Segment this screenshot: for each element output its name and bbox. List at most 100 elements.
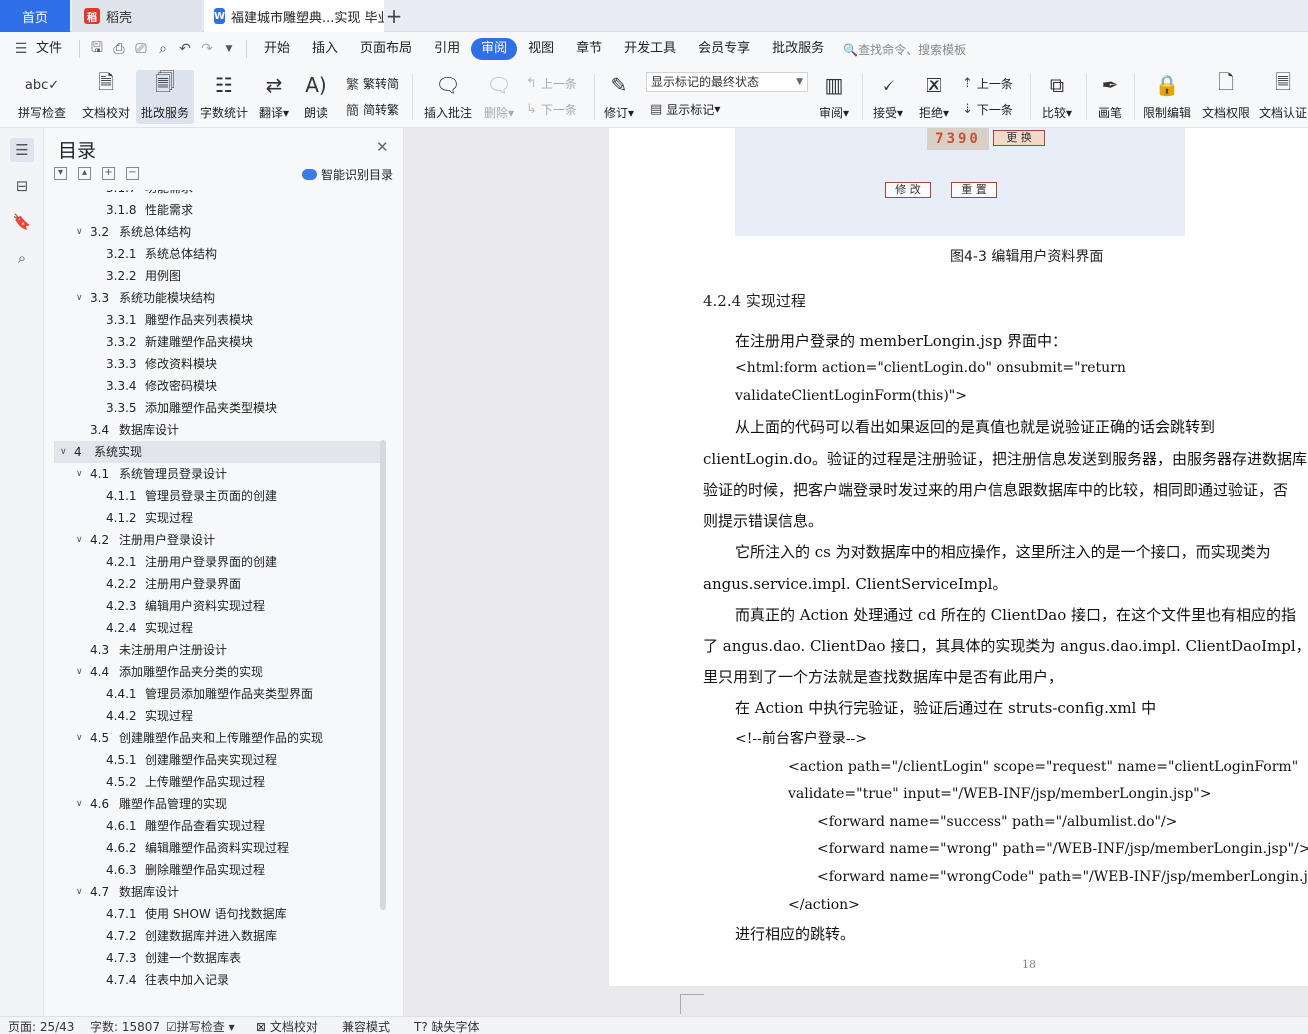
- toc-item[interactable]: ∨ 4.1 系统管理员登录设计: [54, 463, 380, 485]
- menu-item-dev-tools[interactable]: 开发工具: [613, 38, 687, 60]
- toc-item[interactable]: 4.1.1 管理员登录主页面的创建: [54, 485, 380, 507]
- review-pane-button[interactable]: ▥ 审阅▾: [814, 70, 854, 124]
- pen-button[interactable]: ✒ 画笔: [1092, 70, 1128, 124]
- delete-comment-button[interactable]: 🗨 删除▾: [480, 70, 518, 124]
- toc-panel-icon[interactable]: ☰: [10, 138, 34, 162]
- toc-item[interactable]: 4.2.4 实现过程: [54, 617, 380, 639]
- menu-item-start[interactable]: 开始: [253, 38, 301, 60]
- chevron-down-icon[interactable]: ∨: [76, 881, 83, 903]
- menu-item-review[interactable]: 审阅: [471, 38, 518, 60]
- expand-all-icon[interactable]: ▴: [78, 167, 91, 180]
- next-comment-button[interactable]: ↳ 下一条: [526, 98, 577, 120]
- undo-icon[interactable]: ↶: [174, 38, 196, 60]
- tab-home[interactable]: 首页: [0, 0, 70, 32]
- close-icon[interactable]: ✕: [376, 138, 389, 156]
- command-search[interactable]: 🔍查找命令、搜索模板: [843, 41, 966, 58]
- next-change-button[interactable]: ⇣ 下一条: [962, 98, 1013, 120]
- trad-to-simp-button[interactable]: 繁繁转简: [346, 72, 399, 94]
- hamburger-icon[interactable]: ☰: [10, 38, 32, 60]
- spell-check-status[interactable]: ☑拼写检查 ▾: [166, 1018, 235, 1034]
- toc-item[interactable]: 3.1.8 性能需求: [54, 199, 380, 221]
- doc-proof-status[interactable]: ⊠ 文档校对: [256, 1018, 318, 1034]
- chapter-nav-icon[interactable]: ⊟: [10, 174, 34, 198]
- toc-item[interactable]: ∨ 4.5 创建雕塑作品夹和上传雕塑作品的实现: [54, 727, 380, 749]
- collapse-all-icon[interactable]: ▾: [54, 167, 67, 180]
- save-icon[interactable]: 🖫: [86, 38, 108, 60]
- toc-item[interactable]: 4.5.1 创建雕塑作品夹实现过程: [54, 749, 380, 771]
- chevron-down-icon[interactable]: ∨: [76, 463, 83, 485]
- toc-item[interactable]: 4.6.3 删除雕塑作品实现过程: [54, 859, 380, 881]
- toc-item[interactable]: 4.2.3 编辑用户资料实现过程: [54, 595, 380, 617]
- toc-scrollbar[interactable]: [380, 440, 386, 910]
- print-icon[interactable]: ⎚: [130, 38, 152, 60]
- toc-item[interactable]: 4.2.2 注册用户登录界面: [54, 573, 380, 595]
- menu-item-review-service[interactable]: 批改服务: [761, 38, 835, 60]
- toc-item[interactable]: 3.3.4 修改密码模块: [54, 375, 380, 397]
- toc-item[interactable]: ∨ 4.2 注册用户登录设计: [54, 529, 380, 551]
- word-count-button[interactable]: ☷ 字数统计: [196, 70, 252, 124]
- menu-item-section[interactable]: 章节: [565, 38, 613, 60]
- remove-heading-icon[interactable]: −: [126, 167, 139, 180]
- new-tab-button[interactable]: +: [384, 0, 404, 32]
- print-preview-icon[interactable]: ⌕: [152, 38, 174, 60]
- smart-toc-button[interactable]: 智能识别目录: [302, 166, 393, 183]
- toc-item[interactable]: 4.2.1 注册用户登录界面的创建: [54, 551, 380, 573]
- export-pdf-icon[interactable]: ⎙: [108, 38, 130, 60]
- menu-item-member[interactable]: 会员专享: [687, 38, 761, 60]
- chevron-down-icon[interactable]: ▼: [218, 38, 240, 60]
- bookmark-icon[interactable]: 🔖: [10, 210, 34, 234]
- track-changes-button[interactable]: ✎ 修订▾: [600, 70, 638, 124]
- chevron-down-icon[interactable]: ∨: [76, 221, 83, 243]
- chevron-down-icon[interactable]: ∨: [76, 661, 83, 683]
- chevron-down-icon[interactable]: ∨: [76, 727, 83, 749]
- toc-item[interactable]: 3.3.1 雕塑作品夹列表模块: [54, 309, 380, 331]
- translate-button[interactable]: ⇄ 翻译▾: [254, 70, 294, 124]
- toc-item[interactable]: 4.6.1 雕塑作品查看实现过程: [54, 815, 380, 837]
- toc-item[interactable]: 3.1.7 功能需求: [54, 190, 380, 199]
- toc-item[interactable]: 3.3.3 修改资料模块: [54, 353, 380, 375]
- compare-button[interactable]: ⧉ 比较▾: [1036, 70, 1078, 124]
- prev-comment-button[interactable]: ↰ 上一条: [526, 72, 577, 94]
- toc-item[interactable]: 4.7.1 使用 SHOW 语句找数据库: [54, 903, 380, 925]
- toc-item[interactable]: 4.5.2 上传雕塑作品实现过程: [54, 771, 380, 793]
- toc-item[interactable]: ∨ 4 系统实现: [54, 441, 380, 463]
- toc-item[interactable]: 3.4 数据库设计: [54, 419, 380, 441]
- prev-change-button[interactable]: ⇡ 上一条: [962, 72, 1013, 94]
- toc-item[interactable]: ∨ 4.7 数据库设计: [54, 881, 380, 903]
- spell-check-button[interactable]: abc✓ 拼写检查: [10, 70, 74, 124]
- toc-item[interactable]: 3.3.2 新建雕塑作品夹模块: [54, 331, 380, 353]
- tab-daoke[interactable]: 稻 稻壳: [72, 0, 202, 32]
- chevron-down-icon[interactable]: ∨: [76, 793, 83, 815]
- toc-item[interactable]: 4.1.2 实现过程: [54, 507, 380, 529]
- menu-item-page-layout[interactable]: 页面布局: [349, 38, 423, 60]
- toc-item[interactable]: ∨ 3.2 系统总体结构: [54, 221, 380, 243]
- missing-font-status[interactable]: T? 缺失字体: [414, 1018, 480, 1034]
- toc-item[interactable]: 3.2.2 用例图: [54, 265, 380, 287]
- search-icon[interactable]: ⌕: [10, 246, 34, 270]
- review-service-button[interactable]: 🗐 批改服务: [136, 70, 194, 124]
- toc-item[interactable]: ∨ 3.3 系统功能模块结构: [54, 287, 380, 309]
- word-count[interactable]: 字数: 15807: [90, 1018, 160, 1034]
- simp-to-trad-button[interactable]: 簡简转繁: [346, 98, 399, 120]
- toc-item[interactable]: 4.4.2 实现过程: [54, 705, 380, 727]
- toc-item[interactable]: 4.7.2 创建数据库并进入数据库: [54, 925, 380, 947]
- doc-permission-button[interactable]: 🗋 文档权限: [1200, 70, 1252, 124]
- doc-proof-button[interactable]: 🗎 文档校对: [78, 70, 134, 124]
- toc-item[interactable]: 4.7.4 往表中加入记录: [54, 969, 380, 991]
- toc-item[interactable]: ∨ 4.4 添加雕塑作品夹分类的实现: [54, 661, 380, 683]
- redo-icon[interactable]: ↷: [196, 38, 218, 60]
- add-heading-icon[interactable]: +: [102, 167, 115, 180]
- menu-item-insert[interactable]: 插入: [301, 38, 349, 60]
- read-aloud-button[interactable]: A) 朗读: [298, 70, 334, 124]
- toc-item[interactable]: 3.3.5 添加雕塑作品夹类型模块: [54, 397, 380, 419]
- restrict-edit-button[interactable]: 🔒 限制编辑: [1140, 70, 1194, 124]
- toc-item[interactable]: 4.6.2 编辑雕塑作品资料实现过程: [54, 837, 380, 859]
- chevron-down-icon[interactable]: ∨: [60, 441, 67, 463]
- markup-state-select[interactable]: 显示标记的最终状态 ▼: [646, 72, 808, 92]
- accept-change-button[interactable]: 🗸 接受▾: [868, 70, 908, 124]
- doc-cert-button[interactable]: 🗏 文档认证: [1258, 70, 1308, 124]
- insert-comment-button[interactable]: 🗨 插入批注: [420, 70, 476, 124]
- menu-item-view[interactable]: 视图: [517, 38, 565, 60]
- menu-item-references[interactable]: 引用: [423, 38, 471, 60]
- show-markup-button[interactable]: ▤ 显示标记 ▾: [650, 98, 720, 120]
